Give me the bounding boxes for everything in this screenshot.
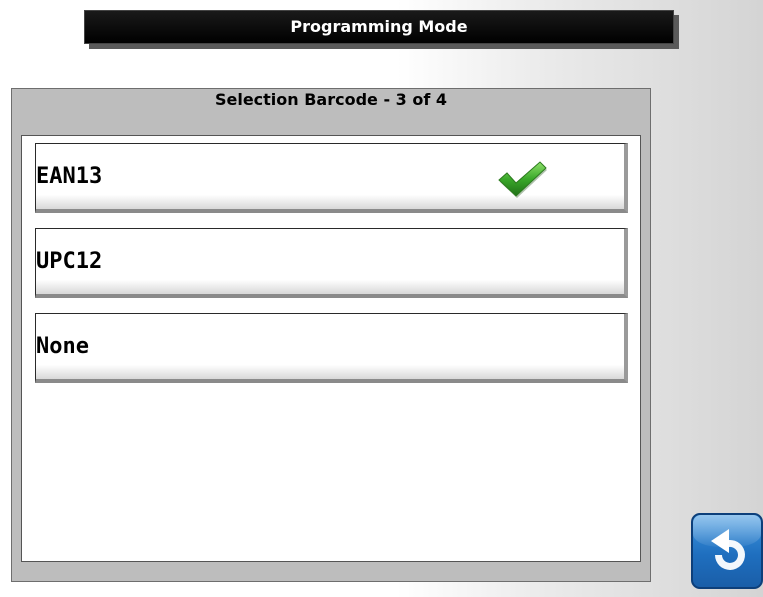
option-upc12-button[interactable]: UPC12 [35, 228, 628, 298]
page-title: Programming Mode [84, 10, 674, 44]
panel-title: Selection Barcode - 3 of 4 [214, 90, 448, 109]
option-label: UPC12 [36, 249, 103, 274]
checkmark-icon [498, 161, 547, 198]
option-list: EAN13 UPC12 None [21, 135, 641, 562]
selection-panel: Selection Barcode - 3 of 4 EAN13 UPC12 N [11, 88, 651, 582]
option-label: EAN13 [36, 164, 103, 189]
option-label: None [36, 334, 89, 359]
option-ean13-button[interactable]: EAN13 [35, 143, 628, 213]
back-button[interactable] [691, 513, 763, 589]
back-arrow-icon [711, 529, 745, 570]
option-none-button[interactable]: None [35, 313, 628, 383]
